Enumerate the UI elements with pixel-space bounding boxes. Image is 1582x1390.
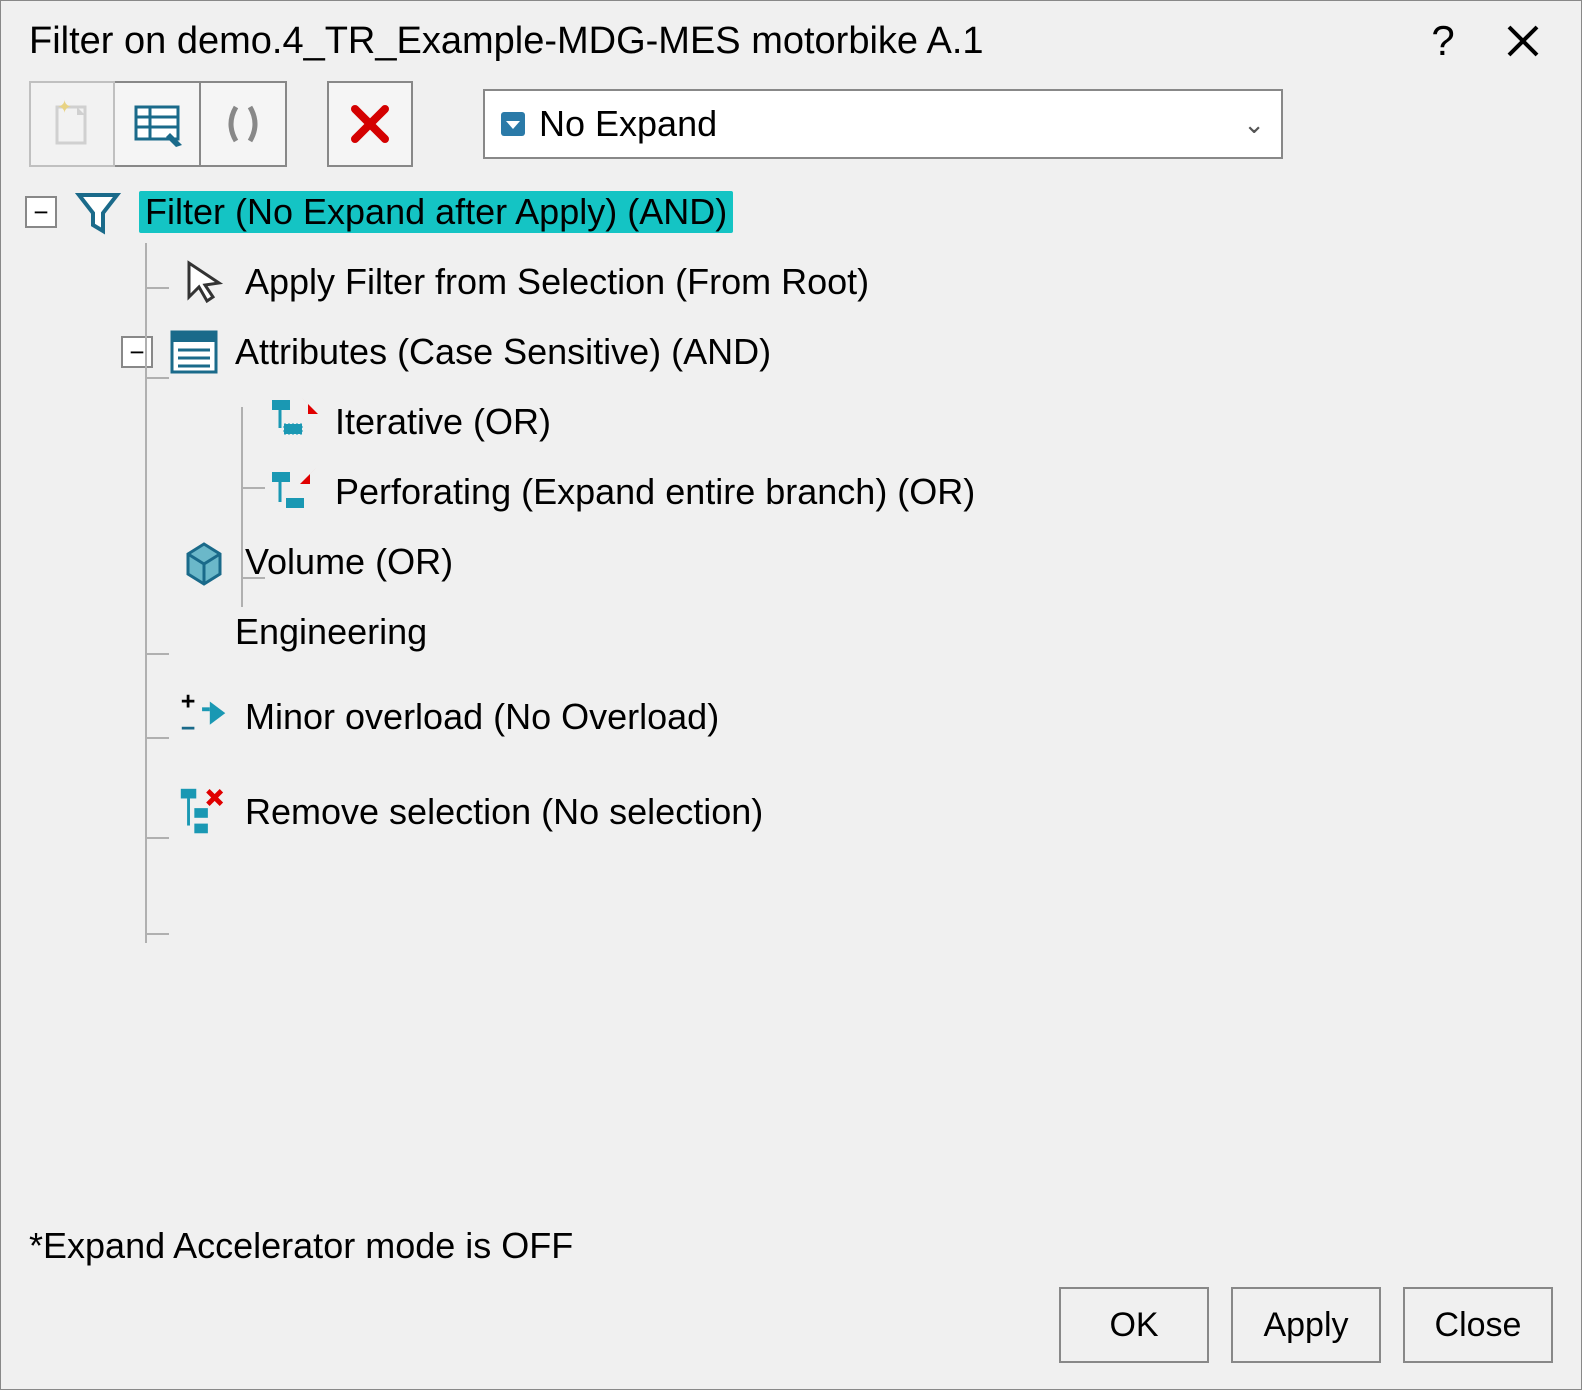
filter-dialog: Filter on demo.4_TR_Example-MDG-MES moto…: [0, 0, 1582, 1390]
expand-mode-combo[interactable]: No Expand ⌄: [483, 89, 1283, 159]
expander-minus[interactable]: −: [25, 196, 57, 228]
blank-icon: [175, 603, 233, 661]
delete-button[interactable]: [327, 81, 413, 167]
close-dialog-button[interactable]: Close: [1403, 1287, 1553, 1363]
svg-text:✦: ✦: [57, 99, 72, 117]
parentheses-icon: [216, 97, 270, 151]
dialog-title: Filter on demo.4_TR_Example-MDG-MES moto…: [29, 20, 1393, 63]
delete-x-icon: [347, 101, 393, 147]
tree-node-perforating[interactable]: Perforating (Expand entire branch) (OR): [265, 457, 1557, 527]
tree-node-attributes[interactable]: − Attributes (Case Sensitive) (AND): [121, 317, 1557, 387]
new-filter-button[interactable]: ✦: [29, 81, 115, 167]
combo-selected-text: No Expand: [539, 103, 1229, 145]
tree-label-attributes: Attributes (Case Sensitive) (AND): [235, 331, 771, 373]
button-bar: OK Apply Close: [1, 1287, 1581, 1389]
tree-node-iterative[interactable]: Iterative (OR): [265, 387, 1557, 457]
funnel-icon: [69, 183, 127, 241]
chevron-down-icon: ⌄: [1243, 109, 1265, 140]
help-button[interactable]: ?: [1413, 17, 1473, 65]
toolbar: ✦ No Expand: [1, 81, 1581, 177]
attributes-icon: [165, 323, 223, 381]
close-button[interactable]: [1493, 23, 1553, 59]
titlebar: Filter on demo.4_TR_Example-MDG-MES moto…: [1, 1, 1581, 81]
table-icon: [130, 97, 184, 151]
combo-badge-icon: [501, 112, 525, 136]
svg-text:−: −: [181, 714, 196, 742]
perforating-icon: [265, 463, 323, 521]
tree-label-perforating: Perforating (Expand entire branch) (OR): [335, 471, 975, 513]
tree-node-filter-root[interactable]: − Filter (No Expand after Apply) (AND): [25, 177, 1557, 247]
cube-icon: [175, 533, 233, 591]
new-page-icon: ✦: [47, 99, 97, 149]
footer-note: *Expand Accelerator mode is OFF: [1, 1219, 1581, 1287]
close-icon: [1505, 23, 1541, 59]
tree-node-apply-from-selection[interactable]: Apply Filter from Selection (From Root): [175, 247, 1557, 317]
remove-selection-icon: [175, 783, 233, 841]
options-button[interactable]: [201, 81, 287, 167]
tree-label-overload: Minor overload (No Overload): [245, 696, 719, 738]
tree-label-engineering: Engineering: [235, 611, 427, 653]
svg-text:+: +: [181, 687, 196, 715]
filter-tree: − Filter (No Expand after Apply) (AND) A…: [1, 177, 1581, 1219]
ok-button[interactable]: OK: [1059, 1287, 1209, 1363]
tree-label-root: Filter (No Expand after Apply) (AND): [139, 191, 733, 233]
tree-label-volume: Volume (OR): [245, 541, 453, 583]
tree-label-apply: Apply Filter from Selection (From Root): [245, 261, 869, 303]
tree-label-iterative: Iterative (OR): [335, 401, 551, 443]
table-view-button[interactable]: [115, 81, 201, 167]
iterative-icon: [265, 393, 323, 451]
cursor-icon: [175, 253, 233, 311]
apply-button[interactable]: Apply: [1231, 1287, 1381, 1363]
overload-icon: + −: [175, 688, 233, 746]
tree-node-remove-selection[interactable]: Remove selection (No selection): [175, 767, 1557, 857]
tree-node-engineering[interactable]: Engineering: [175, 597, 1557, 667]
tree-node-volume[interactable]: Volume (OR): [175, 527, 1557, 597]
tree-node-minor-overload[interactable]: + − Minor overload (No Overload): [175, 667, 1557, 767]
expander-minus[interactable]: −: [121, 336, 153, 368]
tree-label-remove: Remove selection (No selection): [245, 791, 763, 833]
